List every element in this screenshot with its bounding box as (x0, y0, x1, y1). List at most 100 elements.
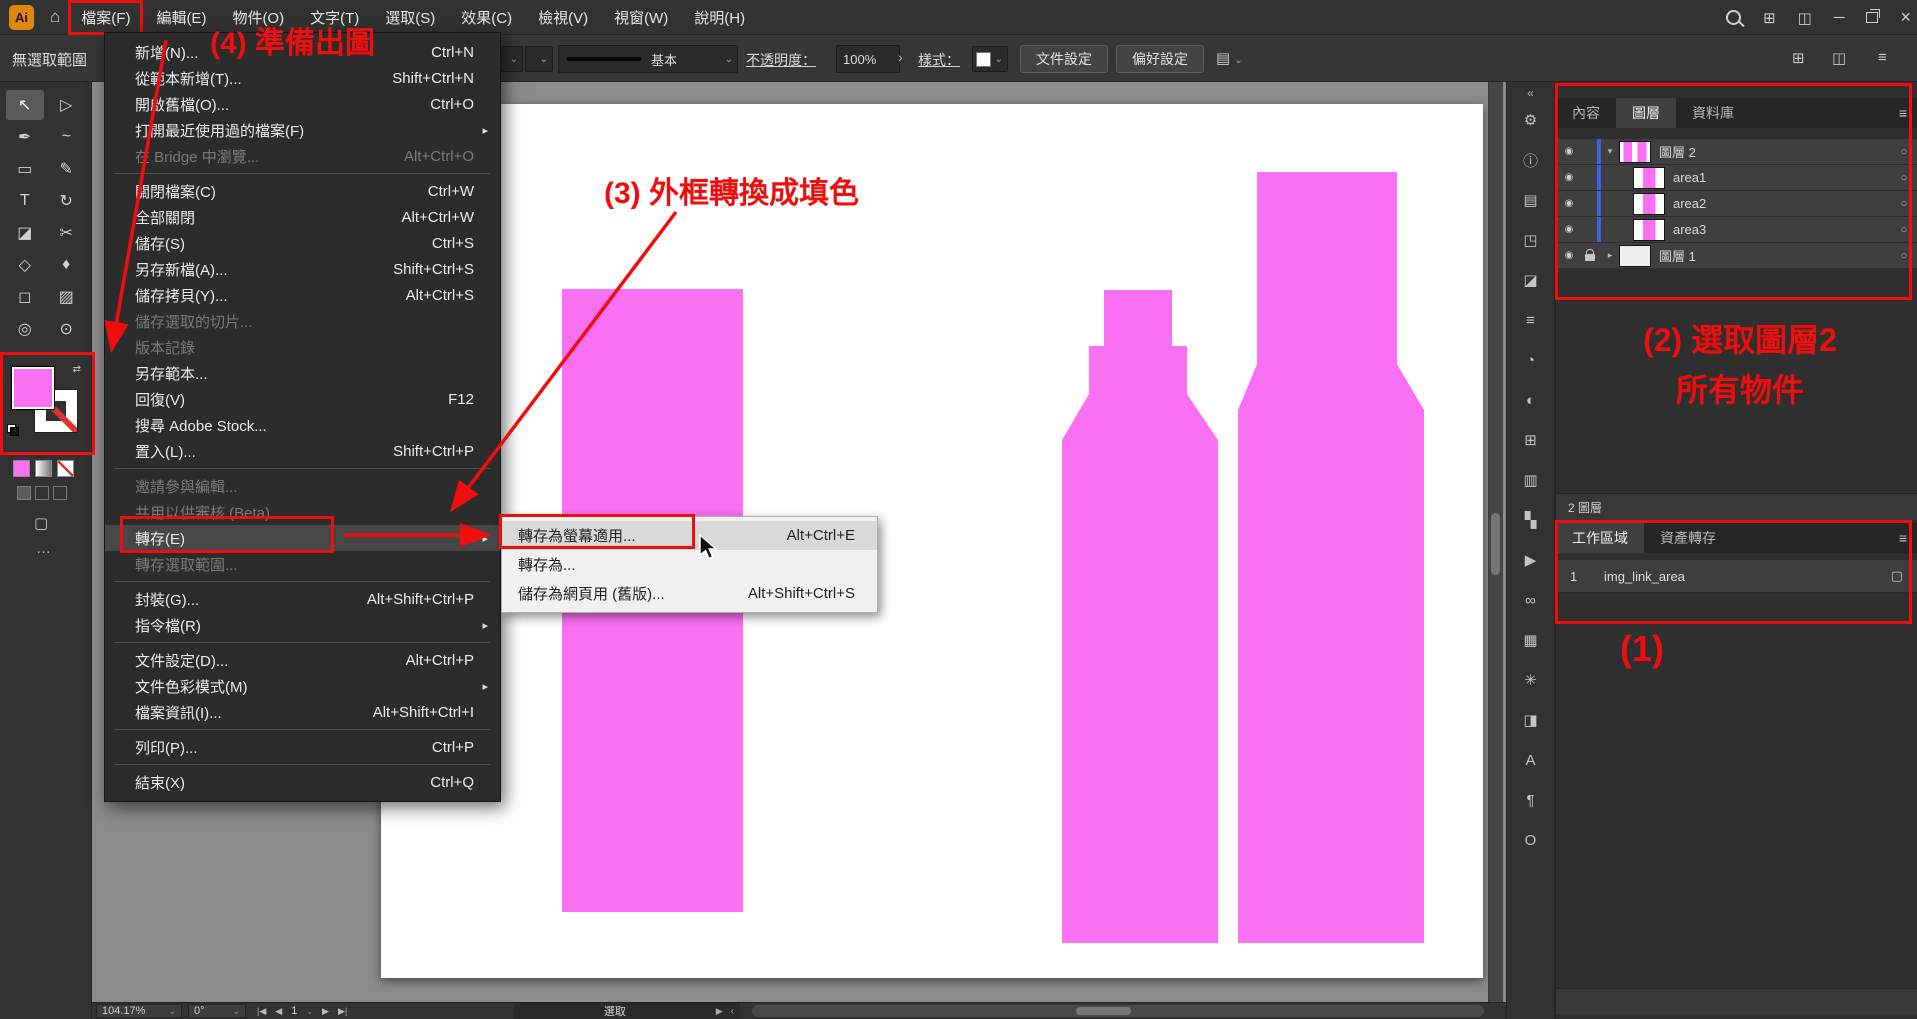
tab-properties[interactable]: 內容 (1556, 98, 1616, 128)
file-menu-save[interactable]: 儲存(S) Ctrl+S (105, 230, 500, 256)
layer-name[interactable]: 圖層 2 (1659, 142, 1891, 161)
style-label[interactable]: 樣式： (918, 50, 960, 70)
selection-tool[interactable]: ↖ (6, 90, 44, 120)
document-info-icon[interactable]: ▤ (1516, 188, 1546, 212)
stroke-panel-icon[interactable]: ◔ (1516, 348, 1546, 372)
last-artboard-button[interactable]: ▶| (338, 1006, 347, 1017)
file-menu-browse-bridge[interactable]: 在 Bridge 中瀏覽... Alt+Ctrl+O (105, 143, 500, 169)
default-fill-stroke-icon[interactable] (7, 424, 19, 436)
menu-edit[interactable]: 編輯(E) (143, 0, 219, 35)
dock-panels-icon[interactable]: ◫ (1798, 9, 1812, 27)
home-icon[interactable]: ⌂ (50, 7, 60, 27)
layer-thumbnail[interactable] (1633, 219, 1665, 241)
restore-button[interactable] (1866, 12, 1878, 23)
magenta-bottle-small-shape[interactable] (1062, 290, 1218, 943)
tab-layers[interactable]: 圖層 (1616, 98, 1676, 128)
submenu-export-as[interactable]: 轉存為... (502, 550, 877, 579)
menu-object[interactable]: 物件(O) (219, 0, 297, 35)
layer-row-area1[interactable]: ◉ area1 ○ (1556, 165, 1917, 191)
style-swatch-dropdown[interactable]: ⌄ (972, 46, 1008, 72)
pathfinder-panel-icon[interactable]: ◪ (1516, 268, 1546, 292)
expand-panels-icon[interactable]: « (1507, 86, 1554, 100)
file-menu-share-review[interactable]: 共用以供審核 (Beta)... (105, 499, 500, 525)
shape-builder-tool[interactable]: ◇ (6, 250, 44, 280)
rectangle-tool[interactable]: ▭ (6, 154, 44, 184)
visibility-toggle-icon[interactable]: ◉ (1556, 224, 1582, 235)
file-menu-save-copy[interactable]: 儲存拷貝(Y)... Alt+Ctrl+S (105, 282, 500, 308)
transform-panel-icon[interactable]: ◳ (1516, 228, 1546, 252)
file-menu-file-info[interactable]: 檔案資訊(I)... Alt+Shift+Ctrl+I (105, 699, 500, 725)
brushes-panel-icon[interactable]: ▥ (1516, 468, 1546, 492)
submenu-export-for-screens[interactable]: 轉存為螢幕適用... Alt+Ctrl+E (502, 521, 877, 550)
layer-row-layer1[interactable]: ◉ ▸ 圖層 1 ○ (1556, 243, 1917, 269)
file-menu-document-setup[interactable]: 文件設定(D)... Alt+Ctrl+P (105, 647, 500, 673)
gradient-tool[interactable]: ▨ (47, 282, 85, 312)
file-menu-close[interactable]: 關閉檔案(C) Ctrl+W (105, 178, 500, 204)
type-tool[interactable]: T (6, 186, 44, 216)
direct-selection-tool[interactable]: ▷ (47, 90, 85, 120)
file-menu-save-slices[interactable]: 儲存選取的切片... (105, 308, 500, 334)
pencil-tool[interactable]: ✎ (47, 154, 85, 184)
layer-name[interactable]: 圖層 1 (1659, 246, 1891, 265)
target-circle-icon[interactable]: ○ (1891, 224, 1917, 236)
prev-artboard-button[interactable]: ◀ (275, 1006, 282, 1017)
rotation-select[interactable]: 0° ⌄ (188, 1004, 246, 1018)
visibility-toggle-icon[interactable]: ◉ (1556, 198, 1582, 209)
artboard-page-icon[interactable]: ▢ (1891, 568, 1917, 584)
tab-asset-export[interactable]: 資產轉存 (1644, 523, 1732, 553)
close-button[interactable]: × (1900, 7, 1911, 28)
menu-type[interactable]: 文字(T) (297, 0, 372, 35)
links-panel-icon[interactable]: ∞ (1516, 588, 1546, 612)
minimize-button[interactable]: ─ (1834, 9, 1845, 26)
target-circle-icon[interactable]: ○ (1891, 146, 1917, 158)
file-menu-export[interactable]: 轉存(E) ▸ (105, 525, 500, 551)
search-icon[interactable] (1726, 10, 1741, 25)
visibility-toggle-icon[interactable]: ◉ (1556, 146, 1582, 157)
align-dropdown-icon[interactable]: ▤ ⌄ (1216, 49, 1243, 67)
asset-export-panel-icon[interactable]: ▦ (1516, 628, 1546, 652)
collapse-left-icon[interactable]: ‹ (731, 1006, 740, 1017)
file-menu-package[interactable]: 封裝(G)... Alt+Shift+Ctrl+P (105, 586, 500, 612)
panel-menu-icon[interactable]: ≡ (1889, 523, 1917, 553)
target-circle-icon[interactable]: ○ (1891, 172, 1917, 184)
menu-effect[interactable]: 效果(C) (448, 0, 525, 35)
control-menu-icon[interactable]: ≡ (1878, 49, 1887, 66)
menu-help[interactable]: 說明(H) (681, 0, 758, 35)
first-artboard-button[interactable]: |◀ (257, 1006, 266, 1017)
file-menu-invite[interactable]: 邀請參與編輯... (105, 473, 500, 499)
artboard-row[interactable]: 1 img_link_area ▢ (1556, 560, 1917, 593)
gradient-panel-icon[interactable]: ◐ (1516, 388, 1546, 412)
lock-toggle[interactable] (1582, 250, 1597, 261)
layer-name[interactable]: area1 (1673, 170, 1891, 185)
character-panel-icon[interactable]: A (1516, 748, 1546, 772)
file-menu-revert[interactable]: 回復(V) F12 (105, 386, 500, 412)
graphic-styles-panel-icon[interactable]: ◨ (1516, 708, 1546, 732)
file-men-save-template[interactable]: 另存範本... (105, 360, 500, 386)
draw-inside-icon[interactable] (53, 486, 67, 500)
opentype-panel-icon[interactable]: O (1516, 828, 1546, 852)
visibility-toggle-icon[interactable]: ◉ (1556, 250, 1582, 261)
info-icon[interactable]: ⓘ (1516, 148, 1546, 172)
swap-fill-stroke-icon[interactable]: ⇄ (73, 364, 81, 375)
swatches-panel-icon[interactable]: ⊞ (1516, 428, 1546, 452)
target-circle-icon[interactable]: ○ (1891, 250, 1917, 262)
layer-thumbnail[interactable] (1633, 167, 1665, 189)
layer-name[interactable]: area2 (1673, 196, 1891, 211)
expand-chevron-icon[interactable]: ▾ (1601, 146, 1619, 157)
file-menu-version-history[interactable]: 版本記錄 (105, 334, 500, 360)
vertical-scrollbar-thumb[interactable] (1491, 513, 1500, 575)
horizontal-scrollbar[interactable] (752, 1005, 1484, 1017)
rotate-tool[interactable]: ↻ (47, 186, 85, 216)
curvature-tool[interactable]: ~ (47, 122, 85, 152)
paragraph-panel-icon[interactable]: ¶ (1516, 788, 1546, 812)
layer-row-layer2[interactable]: ◉ ▾ 圖層 2 ○ (1556, 139, 1917, 165)
panel-menu-icon[interactable]: ≡ (1889, 98, 1917, 128)
target-circle-icon[interactable]: ○ (1891, 198, 1917, 210)
artboard-number-select[interactable]: 1 (291, 1005, 297, 1017)
scissors-tool[interactable]: ✂ (47, 218, 85, 248)
eyedropper-tool[interactable]: ♦ (47, 250, 85, 280)
magenta-bottle-large-shape[interactable] (1238, 172, 1424, 943)
fill-color-swatch[interactable] (11, 366, 55, 410)
file-menu-exit[interactable]: 結束(X) Ctrl+Q (105, 769, 500, 795)
menu-view[interactable]: 檢視(V) (525, 0, 601, 35)
